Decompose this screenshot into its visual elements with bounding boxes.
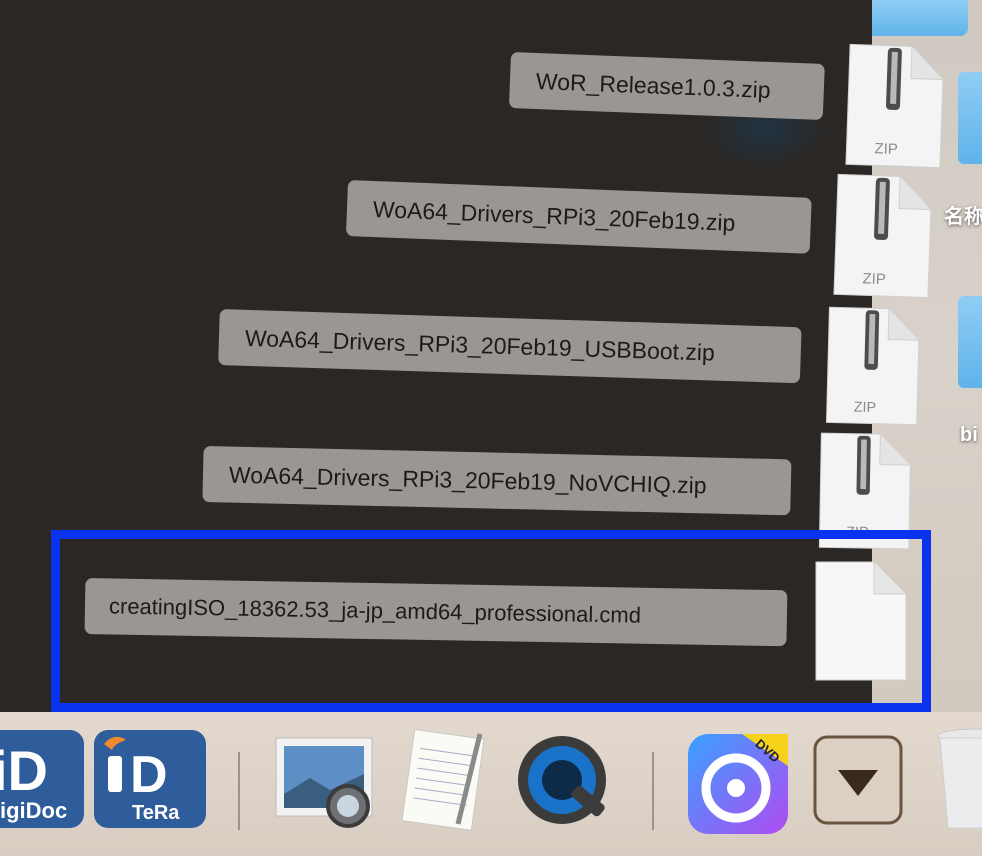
stack-item-label[interactable]: WoA64_Drivers_RPi3_20Feb19_USBBoot.zip [218, 309, 802, 384]
file-type-label: ZIP [853, 400, 876, 417]
app-label: igiDoc [0, 798, 68, 823]
trash-icon [937, 728, 982, 829]
zip-file-icon[interactable]: ZIP [824, 303, 923, 429]
folder-icon[interactable] [958, 72, 982, 164]
dock-separator [652, 752, 654, 830]
preview-icon [275, 737, 373, 828]
desktop-item-label[interactable]: 名称 [944, 200, 982, 229]
dock: iD igiDoc D TeRa [0, 712, 982, 856]
zip-file-icon[interactable]: ZIP [832, 172, 936, 299]
file-type-label: ZIP [874, 140, 898, 158]
dock-app-textedit[interactable] [398, 728, 490, 837]
app-label: TeRa [132, 802, 180, 824]
dock-app-quicktime[interactable] [512, 732, 616, 837]
dvd-player-icon: DVD [688, 734, 788, 834]
svg-text:iD: iD [0, 739, 48, 802]
desktop-item-label[interactable]: bi [960, 424, 978, 447]
dock-app-preview[interactable] [270, 734, 380, 839]
quicktime-icon [518, 736, 606, 824]
dock-separator [238, 752, 240, 830]
stack-item-label[interactable]: WoA64_Drivers_RPi3_20Feb19_NoVCHIQ.zip [202, 446, 792, 516]
stack-arrow-icon [813, 735, 903, 825]
zip-file-icon[interactable]: ZIP [844, 42, 948, 169]
file-type-label: ZIP [862, 270, 886, 288]
stack-item-label[interactable]: WoR_Release1.0.3.zip [508, 52, 825, 121]
dock-app-digidoc[interactable]: iD igiDoc [0, 730, 84, 828]
svg-text:D: D [130, 746, 168, 804]
textedit-icon [401, 728, 485, 831]
dock-app-dvd[interactable]: DVD [686, 732, 790, 841]
dock-app-tera[interactable]: D TeRa [94, 730, 206, 828]
highlight-box [51, 530, 931, 712]
folder-icon[interactable] [958, 296, 982, 388]
dock-app-downloads-stack[interactable] [812, 734, 904, 831]
stack-item-label[interactable]: WoA64_Drivers_RPi3_20Feb19.zip [345, 180, 812, 254]
dock-app-trash[interactable] [936, 728, 982, 837]
